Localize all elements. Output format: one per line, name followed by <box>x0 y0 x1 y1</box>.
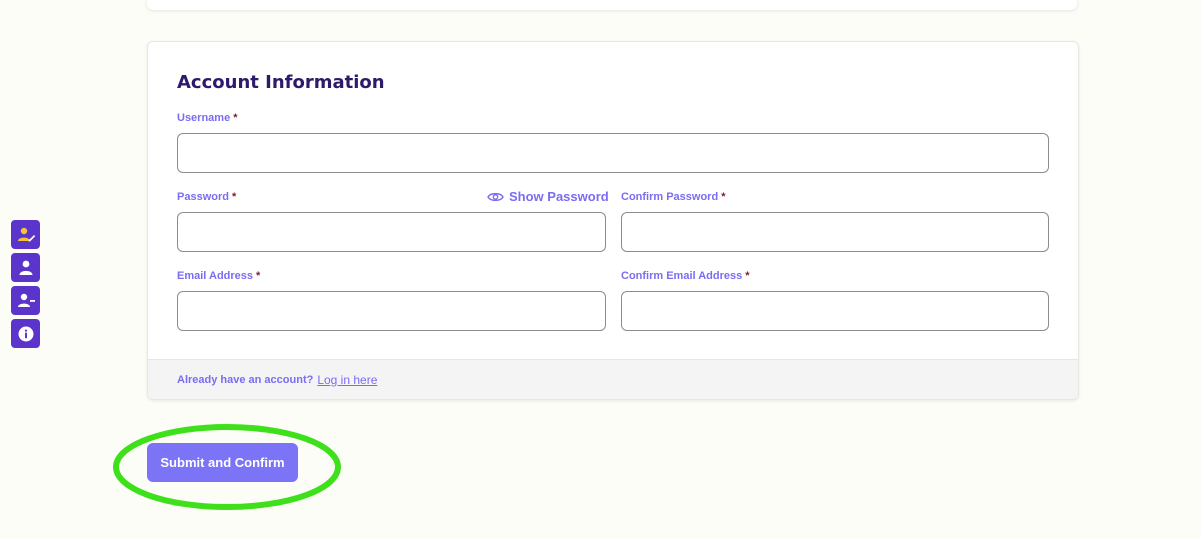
username-input[interactable] <box>177 133 1049 173</box>
login-link[interactable]: Log in here <box>317 373 377 387</box>
footer-question: Already have an account? <box>177 373 314 386</box>
required-marker: * <box>233 112 238 124</box>
email-input[interactable] <box>177 291 606 331</box>
card-title: Account Information <box>177 72 385 93</box>
username-label: Username * <box>177 112 237 124</box>
submit-confirm-button[interactable]: Submit and Confirm <box>147 443 298 482</box>
confirm-password-label-text: Confirm Password <box>621 191 719 203</box>
email-label: Email Address * <box>177 270 260 282</box>
required-marker: * <box>745 270 750 282</box>
info-icon <box>18 326 33 341</box>
user-edit-button[interactable] <box>11 220 40 249</box>
required-marker: * <box>721 191 726 203</box>
confirm-email-label: Confirm Email Address * <box>621 270 750 282</box>
side-toolbar <box>11 220 40 348</box>
previous-section-card <box>147 0 1077 10</box>
password-label: Password * <box>177 191 236 203</box>
email-label-text: Email Address <box>177 270 254 282</box>
show-password-toggle[interactable]: Show Password <box>487 189 609 204</box>
required-marker: * <box>256 270 261 282</box>
user-profile-button[interactable] <box>11 253 40 282</box>
confirm-password-label: Confirm Password * <box>621 191 725 203</box>
show-password-label: Show Password <box>509 189 609 204</box>
account-information-card: Account Information Username * Password * … <box>147 41 1079 400</box>
page: Account Information Username * Password * … <box>0 0 1201 539</box>
card-footer: Already have an account? Log in here <box>148 359 1078 399</box>
confirm-password-input[interactable] <box>621 212 1049 252</box>
confirm-email-label-text: Confirm Email Address <box>621 270 743 282</box>
required-marker: * <box>231 191 237 203</box>
password-label-text: Password <box>177 191 229 203</box>
eye-icon <box>487 192 504 201</box>
info-button[interactable] <box>11 319 40 348</box>
confirm-email-input[interactable] <box>621 291 1049 331</box>
user-edit-icon <box>17 227 35 242</box>
user-minus-icon <box>17 293 35 307</box>
username-label-text: Username <box>177 112 231 124</box>
password-input[interactable] <box>177 212 606 252</box>
user-icon <box>19 260 32 275</box>
user-remove-button[interactable] <box>11 286 40 315</box>
